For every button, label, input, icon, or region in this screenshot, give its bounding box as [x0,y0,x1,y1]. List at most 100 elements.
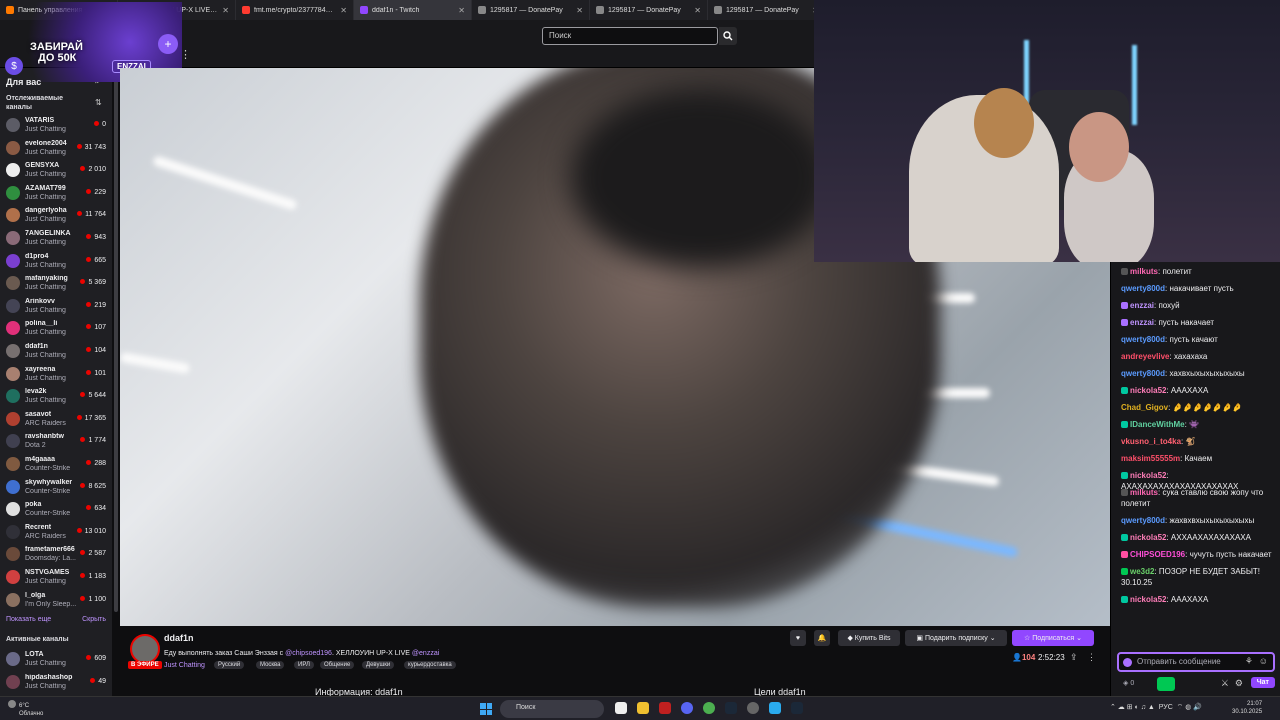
search-input[interactable]: Поиск [542,27,718,45]
chat-username[interactable]: IDanceWithMe [1130,420,1185,429]
chat-username[interactable]: nickola52 [1130,595,1166,604]
chat-username[interactable]: nickola52 [1130,386,1166,395]
chat-username[interactable]: qwerty800d [1121,335,1165,344]
more-options-icon[interactable]: ⋮ [1087,652,1096,663]
close-icon[interactable]: ✕ [222,6,229,15]
close-icon[interactable]: ✕ [340,6,347,15]
channel-points[interactable]: ◈ 0 [1123,679,1134,687]
sidebar-channel-item[interactable]: dangerlyoha Just Chatting 11 764 [0,204,112,226]
emote-picker-icon[interactable]: ☺ [1259,656,1268,666]
chrome-icon[interactable] [703,702,715,714]
obs-icon[interactable] [747,702,759,714]
chat-username[interactable]: nickola52 [1130,471,1166,480]
sidebar-channel-item[interactable]: NSTVGAMES Just Chatting 1 183 [0,566,112,588]
sidebar-channel-item[interactable]: ddaf1n Just Chatting 104 [0,340,112,362]
steam-icon[interactable] [791,702,803,714]
taskbar-search[interactable]: Поиск [500,700,604,718]
follow-heart-button[interactable]: ♥ [790,630,806,646]
close-icon[interactable]: ✕ [576,6,583,15]
chat-username[interactable]: qwerty800d [1121,284,1165,293]
sidebar-channel-item[interactable]: xayreena Just Chatting 101 [0,363,112,385]
browser-tab[interactable]: ddaf1n - Twitch ✕ [354,0,472,20]
chat-badge-icon[interactable] [1123,658,1132,667]
sidebar-channel-item[interactable]: ravshanbtw Dota 2 1 774 [0,430,112,452]
stream-tag[interactable]: курьердоставка [404,661,456,669]
start-button[interactable] [480,703,492,715]
chat-send-button[interactable]: Чат [1250,677,1275,688]
hide-link[interactable]: Скрыть [82,616,106,623]
sidebar-channel-item[interactable]: m4gaaaa Counter-Strike 288 [0,453,112,475]
sidebar-channel-item[interactable]: AZAMAT799 Just Chatting 229 [0,182,112,204]
extension-icon[interactable] [1157,677,1175,691]
sidebar-channel-item[interactable]: polina__li Just Chatting 107 [0,317,112,339]
sidebar-channel-item[interactable]: Recrent ARC Raiders 13 010 [0,521,112,543]
chat-username[interactable]: qwerty800d [1121,369,1165,378]
sidebar-channel-item[interactable]: sasavot ARC Raiders 17 365 [0,408,112,430]
stream-tag[interactable]: Девушки [362,661,395,669]
chat-username[interactable]: qwerty800d [1121,516,1165,525]
chat-username[interactable]: nickola52 [1130,533,1166,542]
chat-username[interactable]: milkuts [1130,267,1158,276]
chat-username[interactable]: milkuts [1130,488,1158,497]
app-icon[interactable] [659,702,671,714]
sidebar-channel-item[interactable]: GENSYXA Just Chatting 2 010 [0,159,112,181]
sidebar-channel-item[interactable]: evelone2004 Just Chatting 31 743 [0,137,112,159]
discord-icon[interactable] [681,702,693,714]
browser-tab[interactable]: 1295817 — DonatePay✕ [590,0,708,20]
streamer-name[interactable]: ddaf1n [164,633,194,643]
sidebar-channel-item[interactable]: skywhywalker Counter-Strike 8 625 [0,476,112,498]
steam-icon[interactable] [725,702,737,714]
search-button[interactable] [719,27,737,45]
clock[interactable]: 21:07 30.10.2025 [1232,700,1262,716]
mod-icon[interactable]: ⚔ [1221,678,1229,689]
close-icon[interactable]: ✕ [694,6,701,15]
file-explorer-icon[interactable] [637,702,649,714]
close-icon[interactable]: ✕ [458,6,465,15]
telegram-icon[interactable] [769,702,781,714]
show-more-link[interactable]: Показать еще [6,616,51,623]
weather-widget[interactable]: 6°C Облачно [8,700,43,718]
share-icon[interactable]: ⇪ [1070,652,1078,663]
sidebar-channel-item[interactable]: d1pro4 Just Chatting 665 [0,250,112,272]
chat-username[interactable]: CHIPSOED196 [1130,550,1185,559]
mention-link[interactable]: @enzzai [412,650,439,657]
language-indicator[interactable]: РУС [1159,704,1173,711]
sidebar-scrollbar[interactable] [114,72,118,612]
stream-tag[interactable]: Москва [256,661,285,669]
sidebar-channel-item[interactable]: l_olga I'm Only Sleep... 1 100 [0,589,112,611]
sidebar-channel-item[interactable]: Arinkovv Just Chatting 219 [0,295,112,317]
notifications-button[interactable]: 🔔 [814,630,830,646]
chat-input[interactable]: Отправить сообщение ⚘ ☺ [1117,652,1275,672]
emote-icon[interactable]: ⚘ [1245,656,1253,667]
sidebar-channel-item[interactable]: 7ANGELINKA Just Chatting 943 [0,227,112,249]
sidebar-channel-item[interactable]: poka Counter-Strike 634 [0,498,112,520]
sidebar-channel-item[interactable]: VATARIS Just Chatting 0 [0,114,112,136]
chat-username[interactable]: vkusno_i_to4ka [1121,437,1181,446]
gift-sub-button[interactable]: ▣ Подарить подписку ⌄ [905,630,1007,646]
browser-tab[interactable]: fmt.me/crypto/237778422/cf39 ✕ [236,0,354,20]
system-tray[interactable]: ⌃ ☁ ⊞ ◐ ♫ ▲ РУС ⌔ ◍ 🔊 [1110,703,1202,712]
settings-icon[interactable]: ⚙ [1235,678,1243,689]
mention-link[interactable]: @chipsoed196 [285,650,332,657]
streamer-avatar[interactable] [130,634,160,664]
category-link[interactable]: Just Chatting [164,662,205,669]
stream-tag[interactable]: ИРЛ [294,661,314,669]
subscribe-button[interactable]: ☆ Подписаться ⌄ [1012,630,1094,646]
chat-username[interactable]: maksim55555m [1121,454,1180,463]
sidebar-channel-item[interactable]: LOTA Just Chatting 609 [0,648,112,670]
buy-bits-button[interactable]: ◆ Купить Bits [838,630,900,646]
stream-tag[interactable]: Общение [320,661,355,669]
chat-username[interactable]: enzzai [1130,318,1154,327]
chat-username[interactable]: andreyevlive [1121,352,1169,361]
chat-username[interactable]: enzzai [1130,301,1154,310]
sidebar-channel-item[interactable]: leva2k Just Chatting 5 644 [0,385,112,407]
task-view-icon[interactable] [615,702,627,714]
browser-tab[interactable]: 1295817 — DonatePay✕ [708,0,826,20]
sort-icon[interactable]: ⇅ [95,98,102,107]
sidebar-channel-item[interactable]: hipdashashop Just Chatting 49 [0,671,112,693]
chat-username[interactable]: we3d2 [1130,567,1154,576]
stream-tag[interactable]: Русский [214,661,245,669]
sidebar-channel-item[interactable]: frametamer666 Doomsday: La... 2 587 [0,543,112,565]
chat-username[interactable]: Chad_Gigov [1121,403,1168,412]
sidebar-channel-item[interactable]: mafanyaking Just Chatting 5 369 [0,272,112,294]
